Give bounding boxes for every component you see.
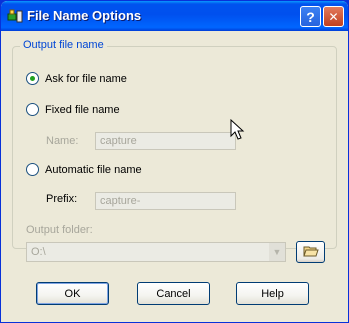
title-bar[interactable]: File Name Options ? ✕	[1, 1, 348, 31]
group-title: Output file name	[20, 39, 107, 51]
prefix-input[interactable]: capture-	[95, 192, 236, 210]
radio-button[interactable]	[26, 163, 39, 176]
cancel-button[interactable]: Cancel	[137, 282, 210, 305]
file-name-options-dialog: File Name Options ? ✕ Output file name A…	[0, 0, 349, 323]
radio-ask-for-file-name[interactable]: Ask for file name	[26, 72, 127, 85]
radio-label: Ask for file name	[45, 72, 127, 85]
ok-button[interactable]: OK	[36, 282, 109, 305]
title-help-button[interactable]: ?	[300, 6, 321, 27]
radio-button-selected[interactable]	[26, 72, 39, 85]
app-icon	[7, 8, 23, 24]
radio-label: Fixed file name	[45, 103, 120, 116]
radio-label: Automatic file name	[45, 163, 142, 176]
help-button[interactable]: Help	[236, 282, 309, 305]
output-folder-label: Output folder:	[26, 224, 93, 236]
folder-open-icon	[302, 244, 319, 261]
output-folder-value: O:\	[31, 246, 46, 258]
window-title: File Name Options	[27, 8, 142, 23]
chevron-down-icon[interactable]: ▼	[269, 243, 285, 261]
prefix-label: Prefix:	[46, 193, 78, 205]
radio-automatic-file-name[interactable]: Automatic file name	[26, 163, 142, 176]
name-input[interactable]: capture	[95, 132, 236, 150]
help-icon: ?	[306, 8, 315, 25]
browse-folder-button[interactable]	[296, 241, 325, 263]
radio-dot	[30, 76, 35, 81]
radio-fixed-file-name[interactable]: Fixed file name	[26, 103, 120, 116]
close-icon: ✕	[328, 9, 339, 24]
radio-button[interactable]	[26, 103, 39, 116]
output-folder-select[interactable]: O:\ ▼	[26, 242, 286, 262]
mouse-pointer-icon	[230, 118, 246, 141]
dialog-body: Output file name Ask for file name Fixed…	[4, 31, 345, 321]
title-close-button[interactable]: ✕	[323, 6, 344, 27]
name-label: Name:	[46, 135, 79, 147]
